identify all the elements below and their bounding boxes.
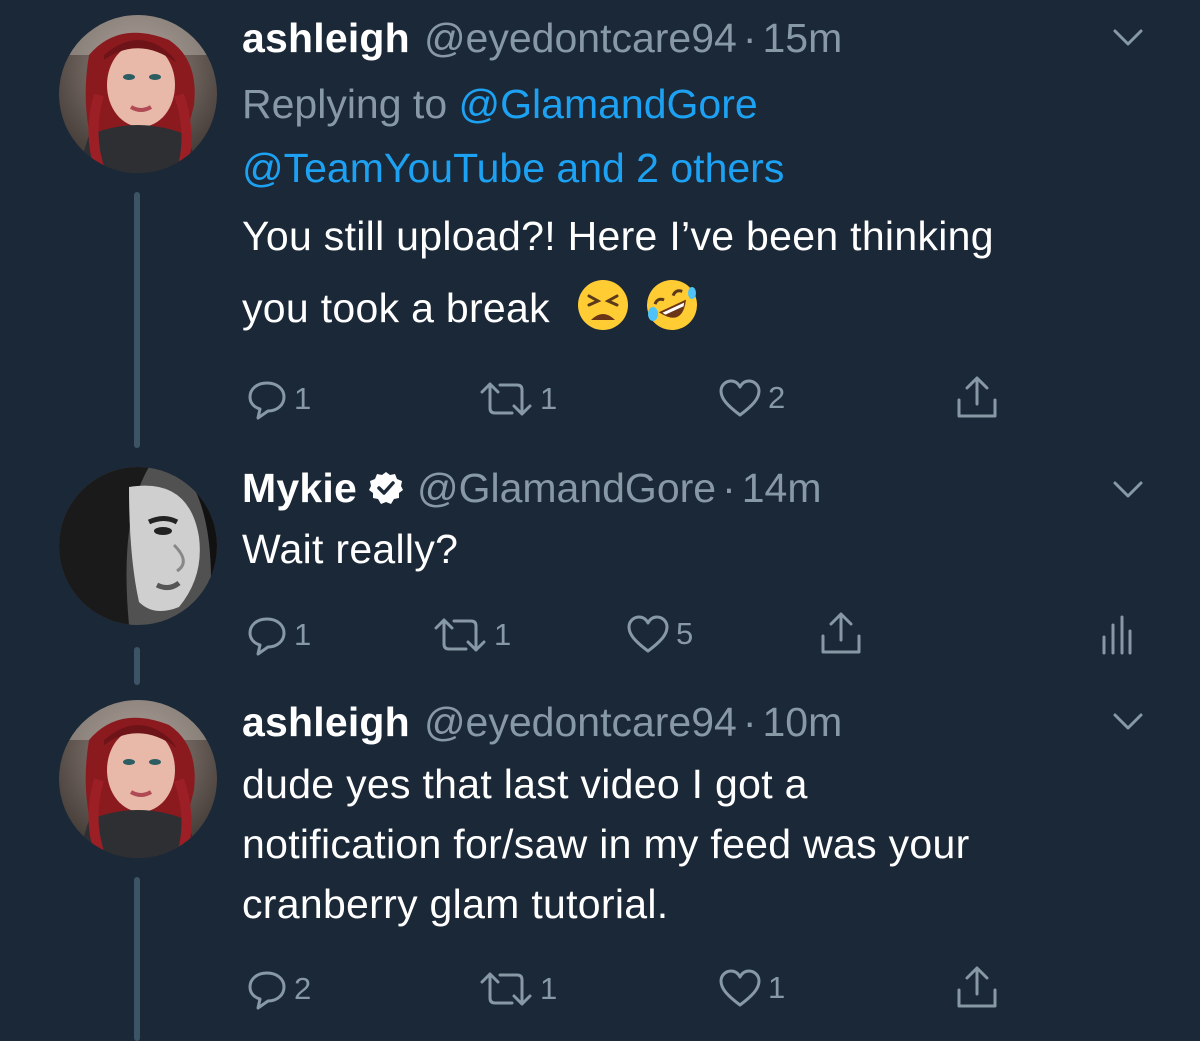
replying-to-others: @TeamYouTube and 2 others <box>242 136 784 200</box>
separator-dot: · <box>742 15 757 61</box>
reply-icon <box>248 971 286 1010</box>
caret-down-icon[interactable] <box>1112 480 1144 500</box>
retweet-button[interactable]: 1 <box>432 616 511 654</box>
share-icon <box>821 612 861 654</box>
retweet-count: 1 <box>494 617 512 652</box>
replying-to: Replying to @GlamandGore <box>242 72 758 136</box>
tweet-2[interactable]: Mykie @GlamandGore · 14m Wait really? 1 … <box>0 455 1200 685</box>
mention-link[interactable]: @GlamandGore <box>459 81 758 127</box>
share-button[interactable] <box>954 964 1000 1010</box>
like-icon <box>719 969 761 1007</box>
tweet-text: you took a break <box>242 285 550 331</box>
tweet-text: Wait really? <box>242 526 459 572</box>
like-button[interactable]: 2 <box>718 378 785 418</box>
tweet-header: Mykie @GlamandGore · 14m <box>242 464 822 512</box>
separator-dot: · <box>722 465 736 511</box>
display-name[interactable]: ashleigh <box>242 698 410 746</box>
like-count: 5 <box>676 616 694 651</box>
reply-icon <box>248 617 286 656</box>
like-button[interactable]: 1 <box>718 968 785 1008</box>
analytics-icon <box>1102 615 1132 655</box>
verified-badge-icon <box>368 472 403 504</box>
reply-count: 1 <box>294 617 312 652</box>
tweet-text-line: notification for/saw in my feed was your <box>242 821 970 867</box>
tweet-text-line: cranberry glam tutorial. <box>242 881 669 927</box>
display-name[interactable]: ashleigh <box>242 14 410 62</box>
timestamp[interactable]: 15m <box>762 14 842 62</box>
thread-line <box>134 192 140 448</box>
reply-button[interactable]: 1 <box>246 614 311 656</box>
like-count: 2 <box>768 380 786 415</box>
mention-link[interactable]: @TeamYouTube and 2 others <box>242 145 784 191</box>
retweet-icon <box>480 972 532 1006</box>
replying-prefix: Replying to <box>242 81 448 127</box>
caret-down-icon[interactable] <box>1112 28 1144 48</box>
share-button[interactable] <box>954 374 1000 420</box>
reply-button[interactable]: 1 <box>246 378 311 420</box>
like-icon <box>627 615 669 653</box>
like-count: 1 <box>768 970 786 1005</box>
timestamp[interactable]: 14m <box>742 464 822 512</box>
reply-count: 1 <box>294 381 312 416</box>
avatar[interactable] <box>59 15 217 173</box>
retweet-button[interactable]: 1 <box>478 380 557 418</box>
retweet-count: 1 <box>540 971 558 1006</box>
retweet-icon <box>480 382 532 416</box>
display-name[interactable]: Mykie <box>242 464 357 512</box>
share-icon <box>957 966 997 1008</box>
tweet-header: ashleigh @eyedontcare94 · 15m <box>242 14 842 62</box>
separator-dot: · <box>742 699 757 745</box>
reply-icon <box>248 381 286 420</box>
thread-line <box>134 877 140 1041</box>
user-handle[interactable]: @eyedontcare94 <box>424 14 737 62</box>
rolling-on-floor-laughing-emoji <box>647 280 698 330</box>
tired-face-emoji <box>577 280 628 330</box>
like-button[interactable]: 5 <box>626 614 693 654</box>
retweet-count: 1 <box>540 381 558 416</box>
analytics-button[interactable] <box>1100 615 1132 655</box>
tweet-text-line-2: you took a break <box>242 278 699 339</box>
retweet-button[interactable]: 1 <box>478 970 557 1008</box>
share-button[interactable] <box>818 610 864 656</box>
user-handle[interactable]: @GlamandGore <box>417 464 716 512</box>
share-icon <box>957 376 997 418</box>
tweet-text-line: You still upload?! Here I’ve been thinki… <box>242 213 994 259</box>
reply-count: 2 <box>294 971 312 1006</box>
avatar[interactable] <box>59 700 217 858</box>
like-icon <box>719 379 761 417</box>
reply-button[interactable]: 2 <box>246 968 311 1010</box>
tweet-text-line: dude yes that last video I got a <box>242 761 808 807</box>
tweet-header: ashleigh @eyedontcare94 · 10m <box>242 698 842 746</box>
tweet-3[interactable]: ashleigh @eyedontcare94 · 10m dude yes t… <box>0 685 1200 1041</box>
user-handle[interactable]: @eyedontcare94 <box>424 698 737 746</box>
tweet-1[interactable]: ashleigh @eyedontcare94 · 15m Replying t… <box>0 0 1200 455</box>
thread-line <box>134 647 140 685</box>
caret-down-icon[interactable] <box>1112 712 1144 732</box>
avatar[interactable] <box>59 467 217 625</box>
retweet-icon <box>434 618 486 652</box>
timestamp[interactable]: 10m <box>762 698 842 746</box>
